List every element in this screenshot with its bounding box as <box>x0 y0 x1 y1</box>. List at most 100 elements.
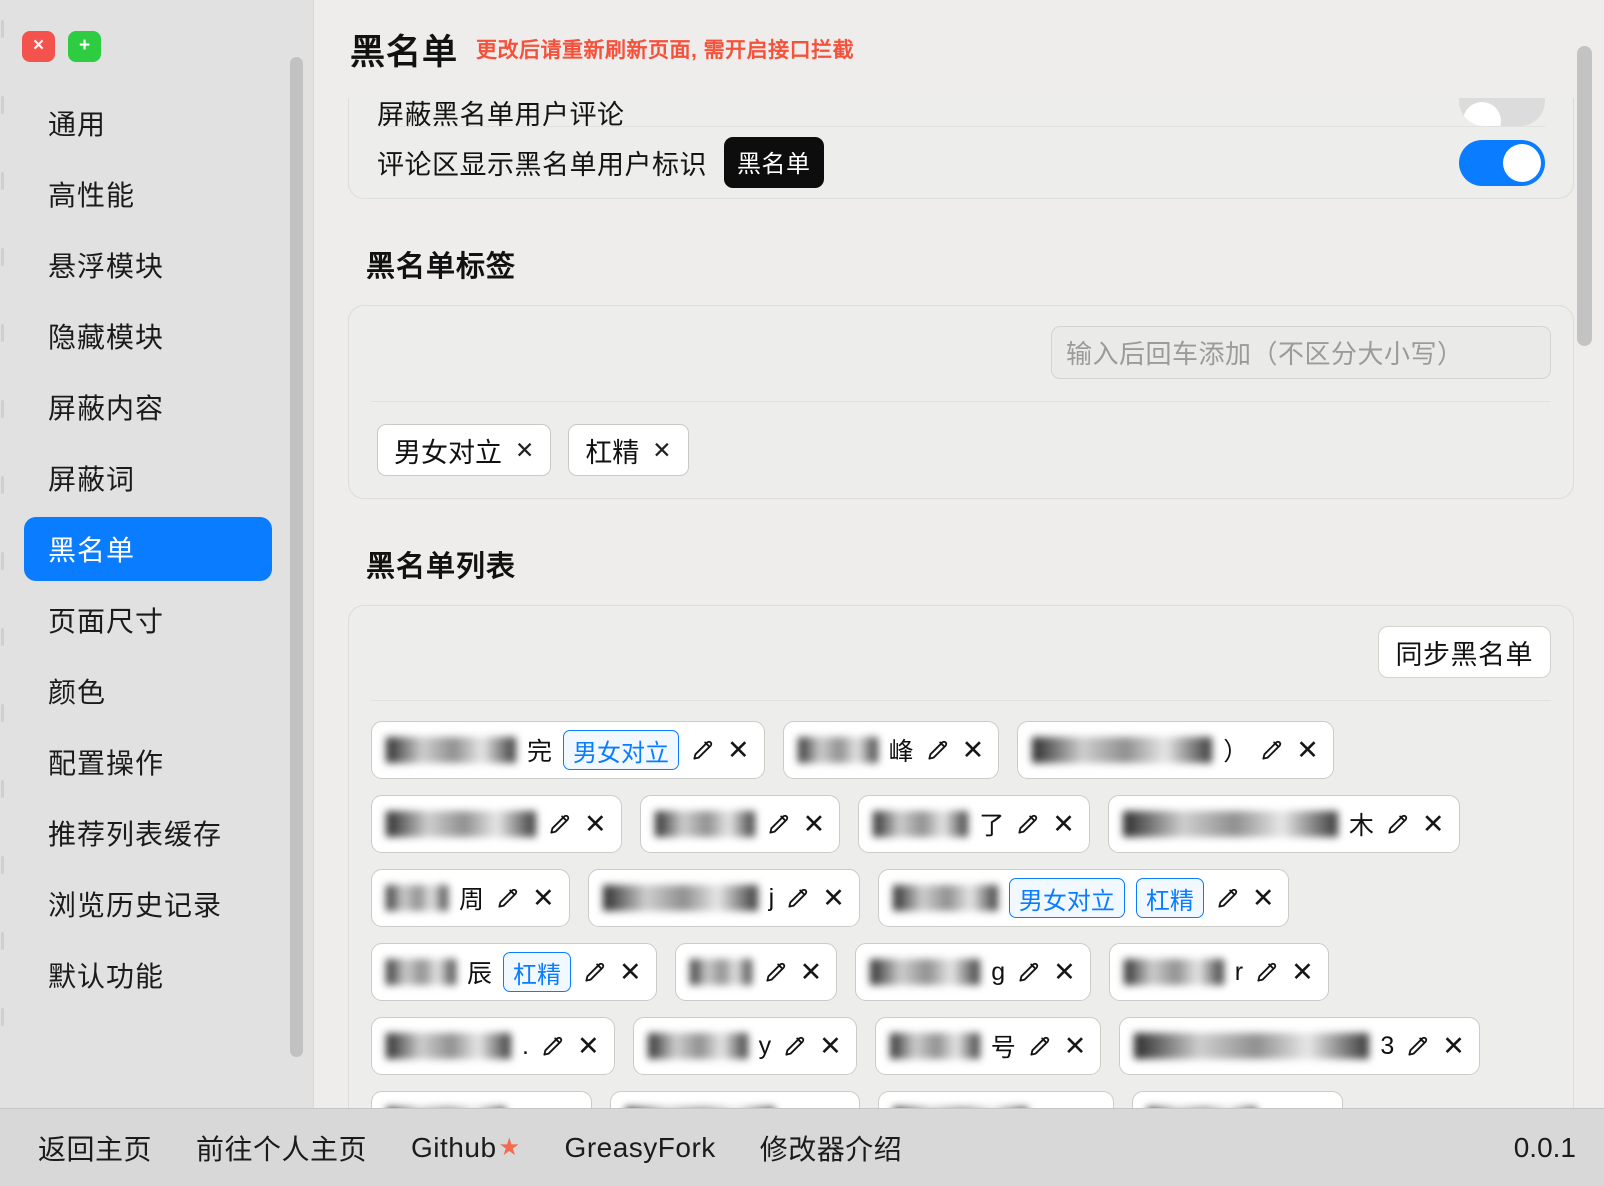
blacklist-entry[interactable]: ✕ <box>371 1091 592 1108</box>
close-icon[interactable]: ✕ <box>652 437 671 464</box>
blacklist-entry[interactable]: ✕ <box>371 795 622 853</box>
pencil-icon[interactable] <box>517 1107 543 1108</box>
entry-tag-badge[interactable]: 杠精 <box>503 952 572 992</box>
pencil-icon[interactable] <box>1385 811 1411 837</box>
pencil-icon[interactable] <box>1254 959 1280 985</box>
sidebar-item-3[interactable]: 隐藏模块 <box>24 304 272 368</box>
sidebar-item-8[interactable]: 颜色 <box>24 659 272 723</box>
pencil-icon[interactable] <box>782 1033 808 1059</box>
blacklist-entry[interactable]: ✕ <box>878 1091 1114 1108</box>
close-icon[interactable]: ✕ <box>554 1106 577 1108</box>
blacklist-entry[interactable]: ✕ <box>1131 1091 1343 1108</box>
close-icon[interactable]: ✕ <box>803 810 826 838</box>
blacklist-entry[interactable]: 男女对立 杠精 ✕ <box>877 869 1290 927</box>
close-icon[interactable]: ✕ <box>1296 736 1319 764</box>
close-icon[interactable]: ✕ <box>823 1106 846 1108</box>
close-icon[interactable]: ✕ <box>577 1032 600 1060</box>
pencil-icon[interactable] <box>766 811 792 837</box>
tag-chip[interactable]: 杠精 ✕ <box>568 424 689 476</box>
entry-tag-badge[interactable]: 杠精 <box>1135 878 1204 918</box>
pencil-icon[interactable] <box>1405 1033 1431 1059</box>
sidebar-item-2[interactable]: 悬浮模块 <box>24 233 272 297</box>
close-icon[interactable]: ✕ <box>532 884 555 912</box>
sidebar-item-7[interactable]: 页面尺寸 <box>24 588 272 652</box>
blacklist-entry[interactable]: j ✕ <box>587 869 860 927</box>
close-icon[interactable]: ✕ <box>1305 1106 1328 1108</box>
pencil-icon[interactable] <box>1015 811 1041 837</box>
close-icon[interactable]: ✕ <box>819 1032 842 1060</box>
close-icon[interactable]: ✕ <box>962 736 985 764</box>
close-icon[interactable]: ✕ <box>800 958 823 986</box>
pencil-icon[interactable] <box>763 959 789 985</box>
blacklist-entry[interactable]: 峰 ✕ <box>782 721 1000 779</box>
close-icon[interactable]: ✕ <box>822 884 845 912</box>
pencil-icon[interactable] <box>547 811 573 837</box>
blacklist-entry[interactable]: 木 ✕ <box>1107 795 1460 853</box>
blacklist-entry[interactable]: 周 ✕ <box>371 869 570 927</box>
pencil-icon[interactable] <box>925 737 951 763</box>
close-icon[interactable]: ✕ <box>1064 1032 1087 1060</box>
close-icon[interactable]: ✕ <box>584 810 607 838</box>
pencil-icon[interactable] <box>1259 737 1285 763</box>
footer-link-2[interactable]: Github ★ <box>411 1132 521 1164</box>
pencil-icon[interactable] <box>785 885 811 911</box>
sidebar-item-1[interactable]: 高性能 <box>24 162 272 226</box>
pencil-icon[interactable] <box>1016 959 1042 985</box>
footer-link-0[interactable]: 返回主页 <box>38 1128 152 1168</box>
sync-blacklist-button[interactable]: 同步黑名单 <box>1377 626 1551 678</box>
close-icon[interactable]: ✕ <box>1252 884 1275 912</box>
blacklist-entry[interactable]: 号 ✕ <box>874 1017 1102 1075</box>
tag-input[interactable]: 输入后回车添加（不区分大小写） <box>1051 326 1551 379</box>
blacklist-entry[interactable]: y ✕ <box>632 1017 857 1075</box>
sidebar-item-5[interactable]: 屏蔽词 <box>24 446 272 510</box>
toggle-row-show-blacklist-mark[interactable]: 评论区显示黑名单用户标识 黑名单 <box>377 126 1545 198</box>
blacklist-entry[interactable]: ✕ <box>609 1091 861 1108</box>
sidebar-item-10[interactable]: 推荐列表缓存 <box>24 801 272 865</box>
close-icon[interactable]: ✕ <box>619 958 642 986</box>
sidebar-scrollbar[interactable] <box>290 57 303 1057</box>
pencil-icon[interactable] <box>690 737 716 763</box>
pencil-icon[interactable] <box>540 1033 566 1059</box>
pencil-icon[interactable] <box>1039 1107 1065 1108</box>
close-icon[interactable]: ✕ <box>1053 958 1076 986</box>
sidebar-item-0[interactable]: 通用 <box>24 91 272 155</box>
blacklist-entry[interactable]: 完男女对立 ✕ <box>371 721 765 779</box>
toggle-switch-show-blacklist-mark[interactable] <box>1459 139 1545 186</box>
entry-tag-badge[interactable]: 男女对立 <box>563 730 680 770</box>
pencil-icon[interactable] <box>786 1107 812 1108</box>
close-icon[interactable]: ✕ <box>1052 810 1075 838</box>
pencil-icon[interactable] <box>582 959 608 985</box>
blacklist-entry[interactable]: g ✕ <box>855 943 1091 1001</box>
pencil-icon[interactable] <box>495 885 521 911</box>
sidebar-item-4[interactable]: 屏蔽内容 <box>24 375 272 439</box>
pencil-icon[interactable] <box>1215 885 1241 911</box>
close-icon[interactable]: ✕ <box>515 437 534 464</box>
sidebar-item-11[interactable]: 浏览历史记录 <box>24 872 272 936</box>
blacklist-entry[interactable]: 辰杠精 ✕ <box>371 943 657 1001</box>
footer-link-1[interactable]: 前往个人主页 <box>196 1128 367 1168</box>
close-icon[interactable]: ✕ <box>1422 810 1445 838</box>
blacklist-entry[interactable]: ✕ <box>674 943 838 1001</box>
pencil-icon[interactable] <box>1027 1033 1053 1059</box>
close-icon[interactable]: ✕ <box>727 736 750 764</box>
tag-chip[interactable]: 男女对立 ✕ <box>377 424 552 476</box>
blacklist-entry[interactable]: . ✕ <box>371 1017 615 1075</box>
footer-link-4[interactable]: 修改器介绍 <box>760 1128 903 1168</box>
toggle-switch-clipped[interactable] <box>1459 98 1545 126</box>
blacklist-entry[interactable]: ） ✕ <box>1017 721 1334 779</box>
blacklist-entry[interactable]: ✕ <box>639 795 841 853</box>
close-icon[interactable]: ✕ <box>1442 1032 1465 1060</box>
blacklist-entry[interactable]: r ✕ <box>1108 943 1329 1001</box>
close-icon[interactable]: ✕ <box>1076 1106 1099 1108</box>
close-icon[interactable]: ✕ <box>1291 958 1314 986</box>
footer-link-3[interactable]: GreasyFork <box>565 1132 716 1164</box>
window-close-button[interactable]: × <box>22 31 55 62</box>
sidebar-item-6[interactable]: 黑名单 <box>24 517 272 581</box>
sidebar-item-9[interactable]: 配置操作 <box>24 730 272 794</box>
toggle-row-clipped[interactable]: 屏蔽黑名单用户评论 <box>377 98 1545 126</box>
pencil-icon[interactable] <box>1268 1107 1294 1108</box>
sidebar-item-12[interactable]: 默认功能 <box>24 943 272 1007</box>
content-scrollbar[interactable] <box>1577 46 1592 346</box>
blacklist-entry[interactable]: 了 ✕ <box>858 795 1090 853</box>
entry-tag-badge[interactable]: 男女对立 <box>1008 878 1125 918</box>
